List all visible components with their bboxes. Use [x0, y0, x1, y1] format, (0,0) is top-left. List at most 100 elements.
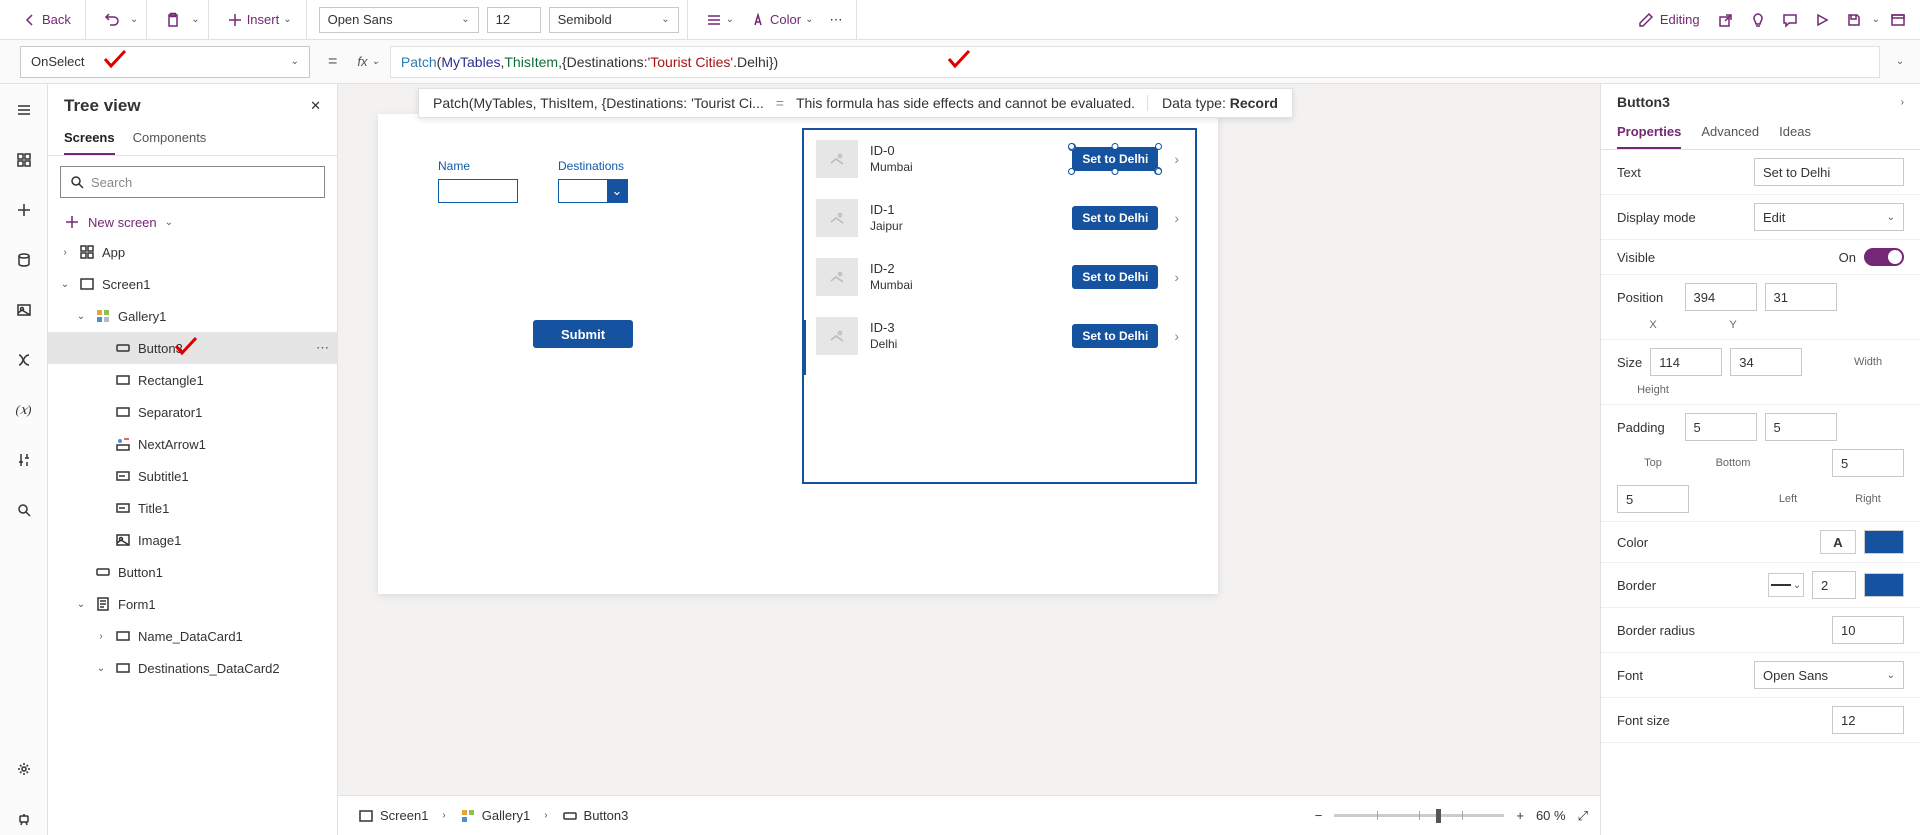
form-name-input[interactable]	[438, 179, 518, 203]
virtual-agent-rail-icon[interactable]	[8, 803, 40, 835]
formula-input[interactable]: Patch(MyTables, ThisItem, {Destinations:…	[390, 46, 1880, 78]
prop-display-select[interactable]: Edit⌄	[1754, 203, 1904, 231]
font-color-button[interactable]: Color⌄	[744, 8, 819, 32]
save-menu-chevron[interactable]: ⌄	[1872, 14, 1880, 25]
formula-expand-button[interactable]: ⌄	[1880, 56, 1920, 67]
props-collapse-icon[interactable]: ›	[1901, 97, 1904, 108]
search-rail-icon[interactable]	[8, 494, 40, 526]
tree-node-title1[interactable]: Title1	[48, 492, 337, 524]
tree-node-namecard[interactable]: ›Name_DataCard1	[48, 620, 337, 652]
tab-screens[interactable]: Screens	[64, 124, 115, 155]
gallery-button-3[interactable]: Set to Delhi	[1072, 324, 1158, 348]
prop-fontsize-input[interactable]: 12	[1832, 706, 1904, 734]
prop-pos-y[interactable]: 31	[1765, 283, 1837, 311]
ptab-properties[interactable]: Properties	[1617, 118, 1681, 149]
new-screen-button[interactable]: New screen⌄	[48, 208, 337, 236]
data-rail-icon[interactable]	[8, 244, 40, 276]
zoom-in-button[interactable]: +	[1516, 808, 1524, 823]
prop-color-fill[interactable]	[1864, 530, 1904, 554]
font-weight-selector[interactable]: Semibold⌄	[549, 7, 679, 33]
paste-button[interactable]	[159, 8, 187, 32]
zoom-slider[interactable]	[1334, 814, 1504, 817]
prop-font-select[interactable]: Open Sans⌄	[1754, 661, 1904, 689]
save-button[interactable]	[1840, 8, 1868, 32]
align-button[interactable]: ⌄	[700, 8, 740, 32]
tab-components[interactable]: Components	[133, 124, 207, 155]
tree-node-rectangle1[interactable]: Rectangle1	[48, 364, 337, 396]
submit-button[interactable]: Submit	[533, 320, 633, 348]
insert-button[interactable]: Insert ⌄	[221, 8, 298, 32]
font-selector[interactable]: Open Sans⌄	[319, 7, 479, 33]
chevron-right-icon[interactable]: ›	[1170, 328, 1183, 344]
bc-screen1[interactable]: Screen1	[350, 804, 436, 828]
prop-border-style[interactable]: ⌄	[1768, 573, 1804, 597]
comment-button[interactable]	[1776, 8, 1804, 32]
tree-node-form1[interactable]: ⌄Form1	[48, 588, 337, 620]
tree-node-separator1[interactable]: Separator1	[48, 396, 337, 428]
prop-border-color[interactable]	[1864, 573, 1904, 597]
chevron-right-icon[interactable]: ›	[1170, 269, 1183, 285]
more-button[interactable]: ⋯	[823, 8, 848, 32]
prop-color-text[interactable]: A	[1820, 530, 1856, 554]
prop-pos-x[interactable]: 394	[1685, 283, 1757, 311]
prop-pad-b[interactable]: 5	[1765, 413, 1837, 441]
canvas-screen[interactable]: Name Destinations ⌄ Submit	[378, 114, 1218, 594]
fit-screen-button[interactable]: ⤢	[1578, 808, 1588, 824]
tree-node-subtitle1[interactable]: Subtitle1	[48, 460, 337, 492]
tree-view-icon[interactable]	[8, 144, 40, 176]
tree-node-screen1[interactable]: ⌄Screen1	[48, 268, 337, 300]
back-button[interactable]: Back	[16, 8, 77, 32]
gallery-control[interactable]: ID-0Mumbai Set to Delhi › ID-1Jaipur Set…	[802, 128, 1197, 484]
prop-size-h[interactable]: 34	[1730, 348, 1802, 376]
gallery-row-1[interactable]: ID-1Jaipur Set to Delhi ›	[804, 189, 1195, 248]
prop-pad-l[interactable]: 5	[1832, 449, 1904, 477]
undo-button[interactable]	[98, 8, 126, 32]
tree-node-button1[interactable]: Button1	[48, 556, 337, 588]
ptab-advanced[interactable]: Advanced	[1701, 118, 1759, 149]
close-panel-icon[interactable]: ✕	[310, 98, 321, 114]
chevron-right-icon[interactable]: ›	[1170, 151, 1183, 167]
checker-button[interactable]	[1744, 8, 1772, 32]
form-dest-dropdown[interactable]: ⌄	[558, 179, 628, 203]
font-size-selector[interactable]: 12	[487, 7, 541, 33]
publish-button[interactable]	[1884, 8, 1912, 32]
tree-node-destcard[interactable]: ⌄Destinations_DataCard2	[48, 652, 337, 684]
prop-pad-t[interactable]: 5	[1685, 413, 1757, 441]
prop-visible-toggle[interactable]	[1864, 248, 1904, 266]
undo-menu-chevron[interactable]: ⌄	[130, 14, 138, 25]
prop-border-width[interactable]: 2	[1812, 571, 1856, 599]
zoom-out-button[interactable]: −	[1315, 808, 1323, 823]
property-selector[interactable]: OnSelect⌄	[20, 46, 310, 78]
tree-search-input[interactable]: Search	[60, 166, 325, 198]
tools-rail-icon[interactable]	[8, 444, 40, 476]
variables-rail-icon[interactable]: (𝑥)	[8, 394, 40, 426]
chevron-right-icon[interactable]: ›	[1170, 210, 1183, 226]
gallery-row-2[interactable]: ID-2Mumbai Set to Delhi ›	[804, 248, 1195, 307]
tree-node-image1[interactable]: Image1	[48, 524, 337, 556]
flows-rail-icon[interactable]	[8, 344, 40, 376]
prop-pad-r[interactable]: 5	[1617, 485, 1689, 513]
hamburger-icon[interactable]	[8, 94, 40, 126]
canvas-area[interactable]: Name Destinations ⌄ Submit	[338, 84, 1600, 795]
gallery-row-3[interactable]: ID-3Delhi Set to Delhi ›	[804, 307, 1195, 366]
settings-rail-icon[interactable]	[8, 753, 40, 785]
prop-borderradius-input[interactable]: 10	[1832, 616, 1904, 644]
tree-node-button3[interactable]: Button3⋯	[48, 332, 337, 364]
editing-mode-button[interactable]: Editing	[1630, 8, 1708, 32]
insert-rail-icon[interactable]	[8, 194, 40, 226]
fx-button[interactable]: fx⌄	[347, 54, 390, 69]
prop-size-w[interactable]: 114	[1650, 348, 1722, 376]
gallery-button-1[interactable]: Set to Delhi	[1072, 206, 1158, 230]
prop-text-input[interactable]: Set to Delhi	[1754, 158, 1904, 186]
preview-button[interactable]	[1808, 8, 1836, 32]
node-more-icon[interactable]: ⋯	[316, 340, 329, 356]
tree-node-nextarrow1[interactable]: NextArrow1	[48, 428, 337, 460]
gallery-row-0[interactable]: ID-0Mumbai Set to Delhi ›	[804, 130, 1195, 189]
paste-menu-chevron[interactable]: ⌄	[191, 14, 199, 25]
tree-node-gallery1[interactable]: ⌄Gallery1	[48, 300, 337, 332]
bc-gallery1[interactable]: Gallery1	[452, 804, 538, 828]
share-button[interactable]	[1712, 8, 1740, 32]
gallery-button-2[interactable]: Set to Delhi	[1072, 265, 1158, 289]
ptab-ideas[interactable]: Ideas	[1779, 118, 1811, 149]
tree-node-app[interactable]: ›App	[48, 236, 337, 268]
